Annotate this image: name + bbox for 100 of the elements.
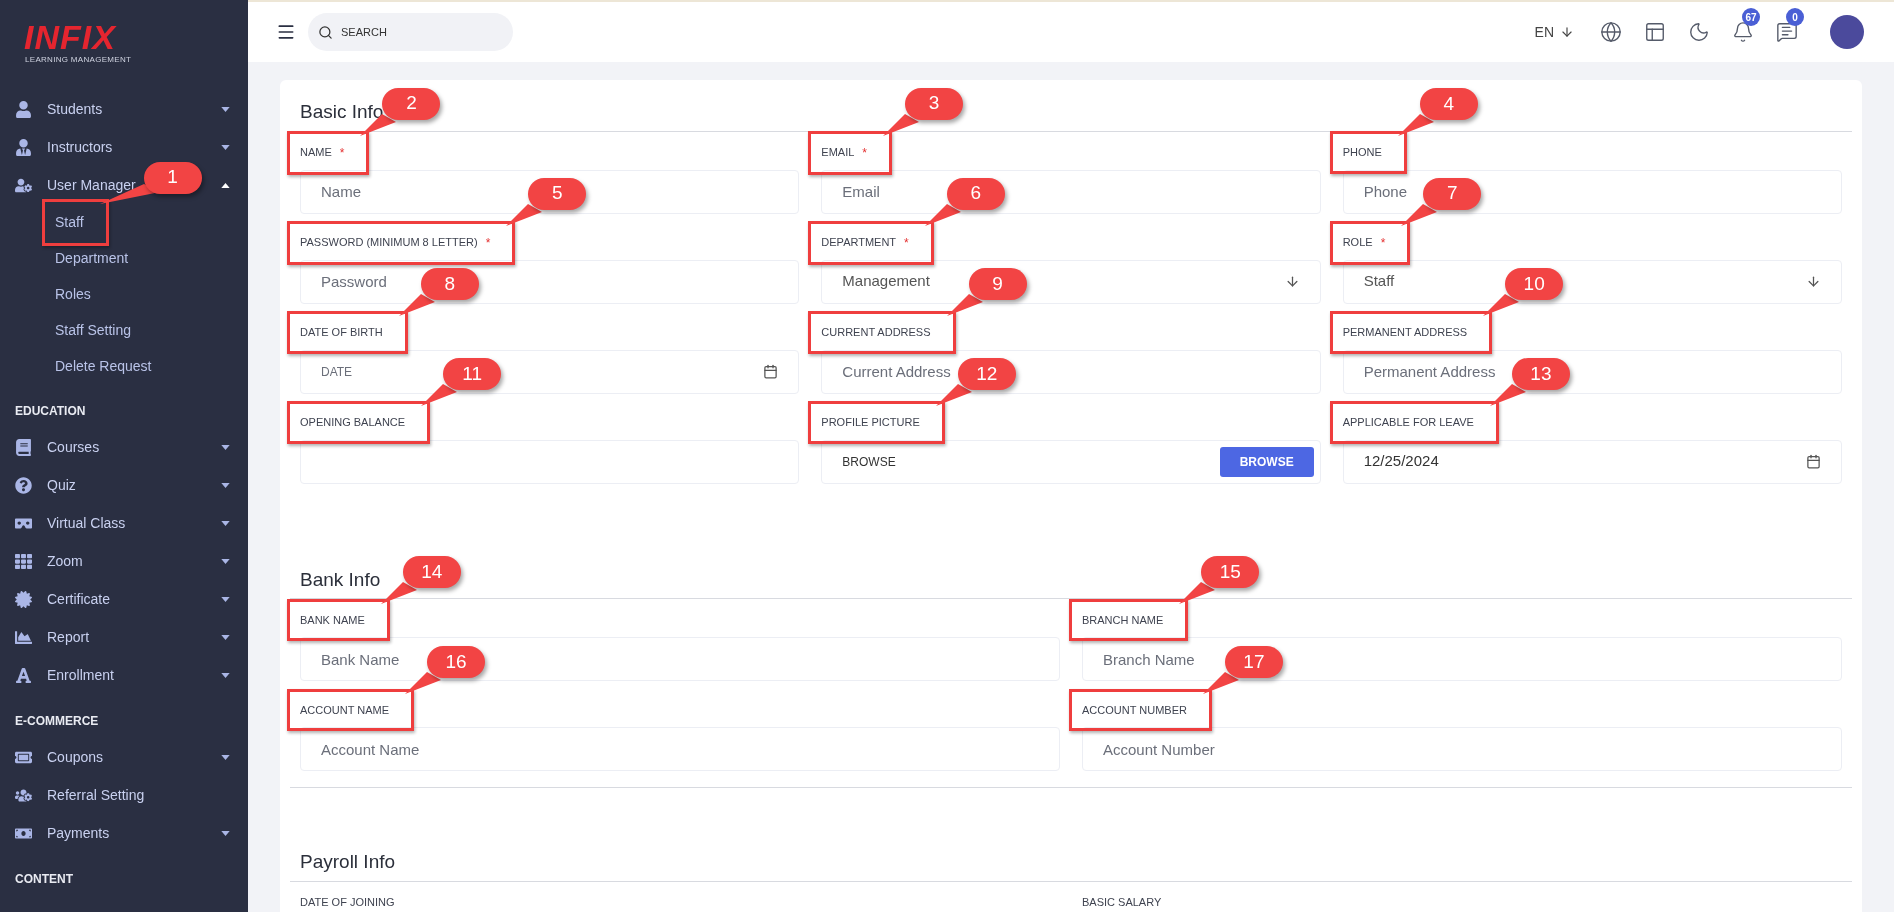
sidebar-item[interactable]: Certificate: [47, 588, 111, 610]
menu-icon: [15, 628, 32, 646]
field-label: PASSWORD (MINIMUM 8 LETTER): [300, 235, 478, 251]
caret-icon[interactable]: [221, 482, 230, 488]
field-label: BANK NAME: [300, 612, 365, 628]
caret-icon[interactable]: [221, 558, 230, 564]
sidebar-item[interactable]: Courses: [47, 436, 100, 458]
menu-icon: [15, 666, 32, 684]
sidebar-item[interactable]: Virtual Class: [47, 512, 126, 534]
calendar-icon: [1806, 454, 1821, 469]
field-label: NAME: [300, 145, 332, 161]
callout-number: 10: [1505, 268, 1564, 301]
callout-number: 4: [1419, 88, 1478, 121]
menu-icon: [15, 552, 32, 570]
required-mark: *: [862, 144, 867, 162]
caret-icon[interactable]: [221, 106, 230, 112]
message-count: 0: [1786, 8, 1804, 26]
field-label: ROLE: [1342, 235, 1373, 251]
search-icon: [318, 24, 333, 40]
caret-icon[interactable]: [221, 144, 230, 150]
callout-number: 3: [905, 87, 963, 120]
menu-icon: [15, 176, 32, 194]
input-field[interactable]: Account Name: [300, 727, 1060, 771]
field-label: ACCOUNT NAME: [300, 702, 390, 718]
search-field[interactable]: SEARCH: [308, 13, 513, 51]
field-label: CURRENT ADDRESS: [821, 325, 931, 341]
required-mark: *: [1380, 234, 1386, 252]
sidebar-heading: E-COMMERCE: [15, 714, 99, 728]
section-title: Basic Info: [300, 101, 384, 122]
avatar[interactable]: [1830, 15, 1864, 49]
callout-number: 13: [1511, 358, 1570, 391]
sidebar-subitem[interactable]: Delete Request: [55, 355, 152, 377]
sidebar-item[interactable]: Students: [47, 98, 103, 120]
callout-number: 7: [1423, 177, 1482, 210]
sidebar-subitem[interactable]: Department: [55, 247, 129, 269]
sidebar-subitem[interactable]: Roles: [55, 283, 91, 305]
chat-icon[interactable]: [1776, 21, 1798, 43]
language-select[interactable]: EN: [1534, 21, 1574, 43]
callout-number: 5: [528, 177, 587, 210]
caret-icon[interactable]: [221, 444, 230, 450]
arrow-down-icon: [1560, 25, 1574, 39]
sidebar-item[interactable]: Payments: [47, 822, 110, 844]
field-label: OPENING BALANCE: [300, 415, 406, 431]
callout-number: 17: [1224, 645, 1283, 678]
search-input[interactable]: SEARCH: [341, 23, 491, 41]
field-label: PHONE: [1342, 145, 1382, 161]
bell-icon[interactable]: [1732, 21, 1754, 43]
input-field[interactable]: [300, 439, 800, 484]
section-title: Bank Info: [300, 568, 381, 590]
menu-icon[interactable]: [276, 22, 296, 42]
arrow-down-icon: [1284, 274, 1300, 289]
notification-count: 67: [1742, 8, 1760, 26]
layout-icon[interactable]: [1644, 21, 1666, 43]
caret-icon[interactable]: [221, 596, 230, 602]
menu-icon: [15, 100, 32, 118]
sidebar-subitem[interactable]: Staff: [55, 211, 84, 233]
sidebar-item[interactable]: Referral Setting: [47, 784, 145, 806]
caret-icon[interactable]: [221, 634, 230, 640]
callout-number: 16: [427, 645, 486, 678]
date-field[interactable]: 12/25/2024: [1342, 439, 1842, 484]
browse-button[interactable]: BROWSE: [1219, 446, 1314, 477]
field-label: PROFILE PICTURE: [821, 415, 920, 431]
field-label: EMAIL: [821, 145, 855, 161]
field-label: DEPARTMENT: [821, 235, 897, 251]
sidebar-heading: EDUCATION: [15, 404, 86, 418]
field-label: ACCOUNT NUMBER: [1082, 702, 1187, 718]
sidebar-item[interactable]: Enrollment: [47, 664, 114, 686]
logo-subtitle: LEARNING MANAGEMENT: [25, 54, 133, 66]
callout-number: 15: [1201, 555, 1260, 588]
sidebar-subitem[interactable]: Staff Setting: [55, 319, 131, 341]
arrow-down-icon: [1806, 274, 1821, 289]
caret-icon[interactable]: [221, 754, 230, 760]
callout-number: 11: [443, 358, 502, 391]
field-label: BASIC SALARY: [1082, 895, 1162, 911]
menu-icon: [15, 438, 32, 456]
moon-icon[interactable]: [1688, 21, 1710, 43]
required-mark: *: [904, 234, 909, 252]
caret-icon[interactable]: [221, 182, 230, 188]
sidebar-item[interactable]: Coupons: [47, 746, 104, 768]
sidebar-item[interactable]: Quiz: [47, 474, 76, 496]
callout-number: 6: [946, 177, 1005, 210]
callout-number: 1: [143, 161, 202, 194]
sidebar-item[interactable]: Report: [47, 626, 90, 648]
file-field[interactable]: BROWSE BROWSE: [821, 439, 1321, 484]
sidebar-item[interactable]: Zoom: [47, 550, 83, 572]
sidebar-heading: CONTENT: [15, 872, 73, 886]
callout-number: 8: [420, 268, 479, 301]
caret-icon[interactable]: [221, 672, 230, 678]
menu-icon: [15, 476, 32, 494]
required-mark: *: [485, 234, 491, 252]
input-field[interactable]: Account Number: [1082, 727, 1842, 771]
callout-number: 14: [402, 555, 461, 588]
required-mark: *: [339, 144, 345, 162]
globe-icon[interactable]: [1600, 21, 1622, 43]
caret-icon[interactable]: [221, 830, 230, 836]
caret-icon[interactable]: [221, 520, 230, 526]
sidebar-item[interactable]: Instructors: [47, 136, 113, 158]
callout-number: 2: [382, 87, 441, 120]
section-title: Payroll Info: [300, 851, 396, 872]
calendar-icon: [763, 364, 779, 379]
